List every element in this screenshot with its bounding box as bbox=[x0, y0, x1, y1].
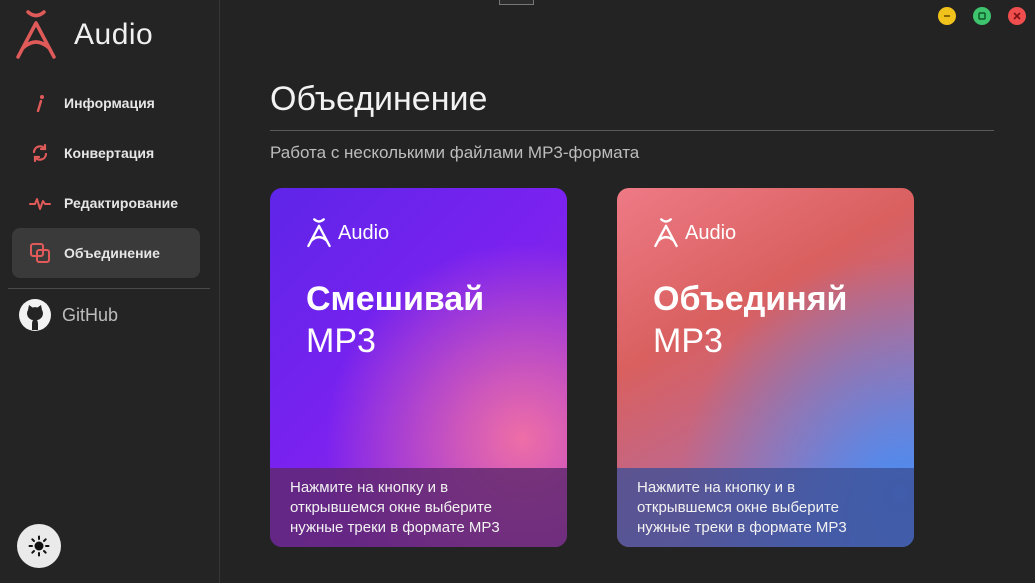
sidebar-divider bbox=[8, 288, 210, 289]
card-brand: Audio bbox=[338, 221, 390, 244]
card-headline: Объединяй bbox=[653, 280, 848, 318]
sidebar-item-label: Объединение bbox=[64, 245, 160, 261]
minimize-button[interactable] bbox=[938, 7, 956, 25]
sidebar-item-edit[interactable]: Редактирование bbox=[12, 178, 200, 228]
join-mp3-card[interactable]: Audio Объединяй MP3 Нажмите на кнопку и … bbox=[617, 188, 914, 547]
minimize-icon bbox=[944, 15, 950, 17]
card-description: Нажмите на кнопку и в открывшемся окне в… bbox=[617, 468, 914, 547]
card-subheadline: MP3 bbox=[306, 322, 376, 360]
github-label: GitHub bbox=[62, 304, 119, 325]
sidebar-item-info[interactable]: Информация bbox=[12, 78, 200, 128]
page-title: Объединение bbox=[270, 80, 488, 118]
card-description: Нажмите на кнопку и в открывшемся окне в… bbox=[270, 468, 567, 547]
close-icon bbox=[1013, 12, 1021, 20]
theme-toggle-button[interactable] bbox=[17, 524, 61, 568]
mix-mp3-card[interactable]: Audio Смешивай MP3 Нажмите на кнопку и в… bbox=[270, 188, 567, 547]
sun-icon bbox=[28, 535, 50, 557]
sidebar-item-label: Конвертация bbox=[64, 145, 155, 161]
card-description-line: нужные треки в формате MP3 bbox=[290, 519, 500, 536]
page-subtitle: Работа с несколькими файлами MP3-формата bbox=[270, 143, 640, 162]
card-subheadline: MP3 bbox=[653, 322, 723, 360]
github-icon bbox=[19, 299, 51, 331]
merge-icon bbox=[26, 242, 54, 264]
app-logo: Audio bbox=[14, 10, 153, 60]
maximize-button[interactable] bbox=[973, 7, 991, 25]
github-link[interactable]: GitHub bbox=[18, 298, 118, 332]
drag-handle[interactable] bbox=[499, 0, 534, 5]
close-button[interactable] bbox=[1008, 7, 1026, 25]
app-brand: Audio bbox=[74, 18, 154, 51]
maximize-icon bbox=[978, 12, 986, 20]
title-divider bbox=[270, 130, 994, 131]
card-headline: Смешивай bbox=[306, 280, 485, 318]
sidebar-item-convert[interactable]: Конвертация bbox=[12, 128, 200, 178]
card-logo: Audio bbox=[653, 218, 736, 248]
card-description-line: открывшемся окне выберите bbox=[290, 499, 492, 516]
logo-icon bbox=[307, 218, 331, 248]
logo-icon bbox=[16, 10, 56, 59]
card-brand: Audio bbox=[685, 221, 737, 244]
info-icon bbox=[26, 94, 54, 112]
convert-icon bbox=[26, 143, 54, 163]
card-description-line: Нажмите на кнопку и в bbox=[637, 479, 796, 496]
card-description-line: Нажмите на кнопку и в bbox=[290, 479, 449, 496]
logo-icon bbox=[654, 218, 678, 248]
sidebar-item-label: Информация bbox=[64, 95, 155, 111]
sidebar-item-label: Редактирование bbox=[64, 195, 179, 211]
card-description-line: открывшемся окне выберите bbox=[637, 499, 839, 516]
card-logo: Audio bbox=[306, 218, 389, 248]
waveform-icon bbox=[26, 195, 54, 211]
sidebar-item-merge[interactable]: Объединение bbox=[12, 228, 200, 278]
sidebar: Audio Информация Конвертация Редактирова… bbox=[0, 0, 220, 583]
card-description-line: нужные треки в формате MP3 bbox=[637, 519, 847, 536]
